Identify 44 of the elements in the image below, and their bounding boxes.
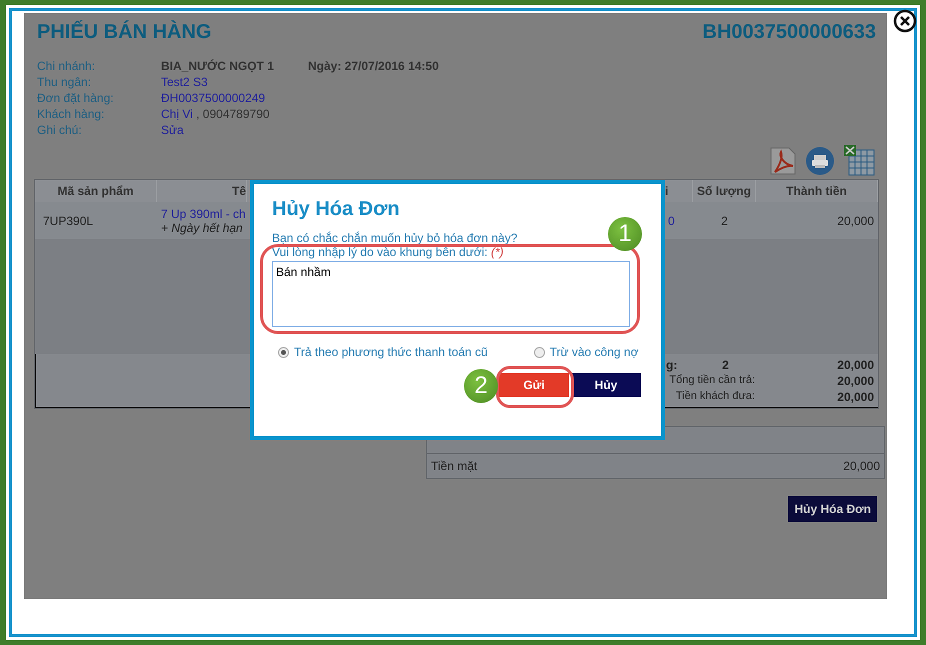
radio-button[interactable] (534, 346, 545, 358)
payment-amount: 20,000 (843, 459, 880, 473)
invoice-number: BH0037500000633 (702, 21, 876, 44)
radio-button[interactable] (278, 346, 289, 358)
required-mark: (*) (490, 245, 504, 259)
summary-value: 20,000 (836, 358, 875, 374)
info-link[interactable]: Chị Vi (161, 107, 193, 121)
payment-method: Tiền mặt (431, 459, 478, 473)
total-cell: 20,000 (837, 214, 874, 228)
info-label: Đơn đặt hàng: (37, 90, 115, 106)
cancel-invoice-button[interactable]: Hủy Hóa Đơn (788, 496, 877, 522)
dialog-title: Hủy Hóa Đơn (272, 198, 401, 221)
invoice-date: Ngày: 27/07/2016 14:50 (308, 59, 439, 73)
product-name-link[interactable]: 7 Up 390ml - ch (161, 206, 247, 220)
reason-field[interactable]: Bán nhầm (272, 261, 630, 327)
quantity-cell: 2 (721, 214, 728, 228)
summary-value: 20,000 (836, 390, 875, 406)
summary-value: 20,000 (836, 374, 875, 390)
confirm-question: Bạn có chắc chắn muốn hủy bỏ hóa đơn này? (272, 231, 518, 245)
close-icon[interactable] (893, 9, 917, 33)
info-label: Ghi chú: (37, 122, 83, 138)
print-icon[interactable] (805, 146, 835, 176)
spreadsheet-icon[interactable] (843, 144, 875, 176)
radio-label[interactable]: Trả theo phương thức thanh toán cũ (294, 345, 488, 359)
radio-label[interactable]: Trừ vào công nợ (550, 345, 638, 359)
summary-quantity: 2 (721, 358, 730, 374)
info-label: Chi nhánh: (37, 58, 96, 74)
info-link[interactable]: Sửa (161, 123, 184, 137)
info-link[interactable]: ĐH0037500000249 (161, 91, 266, 105)
info-label: Thu ngân: (37, 74, 92, 90)
summary-label: Tổng tiền cần trả: (668, 374, 756, 388)
send-button[interactable]: Gửi (499, 373, 569, 397)
info-value: BIA_NƯỚC NGỌT 1 (161, 59, 274, 73)
summary-label: Tiền khách đưa: (674, 390, 756, 404)
product-code: 7UP390L (43, 214, 94, 228)
info-value: , 0904789790 (195, 107, 270, 121)
dismiss-button[interactable]: Hủy (571, 373, 641, 397)
summary-label: g: (665, 358, 678, 374)
invoice-title: PHIẾU BÁN HÀNG (37, 21, 212, 44)
info-link[interactable]: Test2 S3 (161, 75, 208, 89)
price-cell: 0 (668, 214, 675, 228)
reason-prompt: Vui lòng nhập lý do vào khung bên dưới: (272, 245, 488, 259)
expiry-note: + Ngày hết hạn (161, 220, 244, 234)
info-label: Khách hàng: (37, 106, 106, 122)
